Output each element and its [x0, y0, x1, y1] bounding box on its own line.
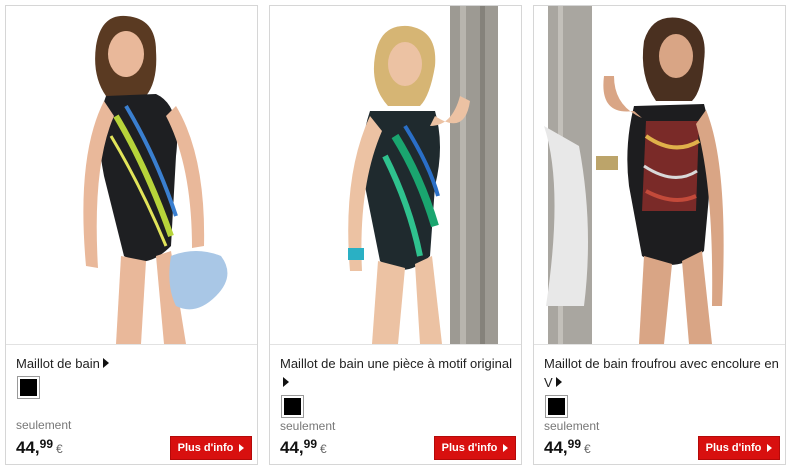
- product-title-link[interactable]: Maillot de bain une pièce à motif origin…: [280, 354, 518, 392]
- more-info-label: Plus d'info: [177, 442, 234, 454]
- color-swatch-black[interactable]: [545, 395, 568, 418]
- product-title[interactable]: Maillot de bain: [16, 356, 100, 371]
- arrow-right-icon: [767, 444, 773, 452]
- swatch-color-fill: [20, 379, 37, 396]
- product-title[interactable]: Maillot de bain une pièce à motif origin…: [280, 356, 512, 371]
- product-image[interactable]: [270, 6, 521, 344]
- more-info-button[interactable]: Plus d'info: [698, 436, 780, 460]
- price-whole: 44,: [544, 438, 568, 457]
- price-currency: €: [320, 442, 327, 456]
- product-title-link[interactable]: Maillot de bain froufrou avec encolure e…: [544, 354, 782, 392]
- swatch-color-fill: [548, 398, 565, 415]
- caret-right-icon: [555, 377, 562, 387]
- price-prefix: seulement: [544, 419, 600, 433]
- product-title-link[interactable]: Maillot de bain: [16, 354, 254, 373]
- product-card: Maillot de bain froufrou avec encolure e…: [533, 5, 786, 465]
- model-photo-illustration: [270, 6, 521, 344]
- price-prefix: seulement: [16, 418, 72, 432]
- arrow-right-icon: [503, 444, 509, 452]
- more-info-label: Plus d'info: [705, 442, 762, 454]
- divider: [6, 344, 257, 345]
- price-currency: €: [584, 442, 591, 456]
- product-image[interactable]: [6, 6, 257, 344]
- product-price: 44,99 €: [280, 434, 327, 459]
- price-cents: 99: [567, 437, 581, 451]
- product-price: 44,99 €: [16, 434, 63, 459]
- price-currency: €: [56, 442, 63, 456]
- caret-right-icon: [283, 377, 289, 387]
- price-cents: 99: [39, 437, 53, 451]
- product-title[interactable]: Maillot de bain froufrou avec encolure e…: [544, 356, 779, 390]
- price-whole: 44,: [16, 438, 40, 457]
- divider: [270, 344, 521, 345]
- price-prefix: seulement: [280, 419, 336, 433]
- more-info-button[interactable]: Plus d'info: [170, 436, 252, 460]
- more-info-label: Plus d'info: [441, 442, 498, 454]
- product-card: Maillot de bain une pièce à motif origin…: [269, 5, 522, 465]
- price-cents: 99: [303, 437, 317, 451]
- product-price: 44,99 €: [544, 434, 591, 459]
- swatch-color-fill: [284, 398, 301, 415]
- color-swatch-black[interactable]: [17, 376, 40, 399]
- arrow-right-icon: [239, 444, 245, 452]
- caret-right-icon: [102, 358, 109, 368]
- product-image[interactable]: [534, 6, 785, 344]
- product-card: Maillot de bain seulement 44,99 € Plus d'…: [5, 5, 258, 465]
- price-whole: 44,: [280, 438, 304, 457]
- model-photo-illustration: [6, 6, 257, 344]
- more-info-button[interactable]: Plus d'info: [434, 436, 516, 460]
- model-photo-illustration: [534, 6, 785, 344]
- color-swatch-black[interactable]: [281, 395, 304, 418]
- divider: [534, 344, 785, 345]
